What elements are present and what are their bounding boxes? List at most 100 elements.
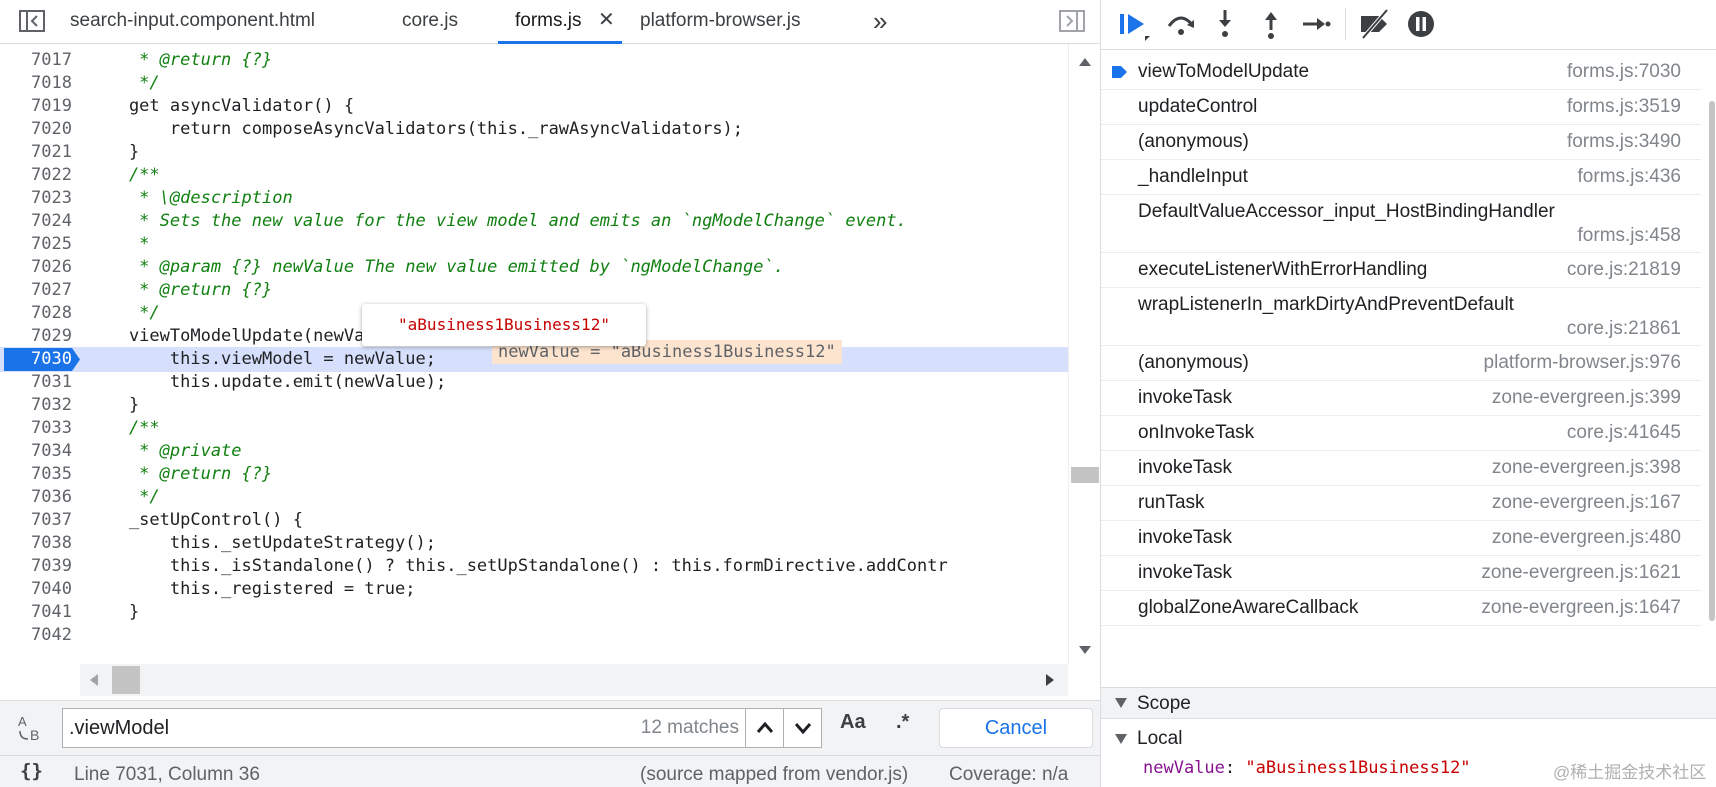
call-stack-scrollbar[interactable] — [1703, 55, 1716, 677]
cancel-button[interactable]: Cancel — [939, 708, 1093, 748]
code-line[interactable]: 7035 * @return {?} — [0, 462, 1068, 487]
pause-on-exceptions-icon[interactable] — [1403, 6, 1439, 42]
call-frame[interactable]: updateControl forms.js:3519 — [1101, 90, 1701, 125]
code-line[interactable]: 7021 } — [0, 140, 1068, 165]
line-number[interactable]: 7022 — [0, 163, 78, 188]
toggle-debugger-sidebar-icon[interactable] — [1058, 8, 1086, 34]
step-over-icon[interactable] — [1163, 6, 1199, 42]
regex-toggle[interactable]: .* — [896, 711, 909, 734]
line-number[interactable]: 7035 — [0, 462, 78, 487]
line-number[interactable]: 7034 — [0, 439, 78, 464]
frame-location[interactable]: zone-evergreen.js:167 — [1492, 492, 1681, 514]
frame-location[interactable]: forms.js:7030 — [1567, 61, 1681, 83]
line-number[interactable]: 7027 — [0, 278, 78, 303]
line-number[interactable]: 7037 — [0, 508, 78, 533]
frame-location[interactable]: zone-evergreen.js:1621 — [1481, 562, 1681, 584]
frame-location[interactable]: platform-browser.js:976 — [1484, 352, 1681, 374]
code-line[interactable]: 7034 * @private — [0, 439, 1068, 464]
line-number[interactable]: 7040 — [0, 577, 78, 602]
code-line[interactable]: 7038 this._setUpdateStrategy(); — [0, 531, 1068, 556]
frame-location[interactable]: forms.js:436 — [1578, 166, 1681, 188]
frame-location[interactable]: forms.js:3490 — [1567, 131, 1681, 153]
line-number[interactable]: 7020 — [0, 117, 78, 142]
code-line[interactable]: 7036 */ — [0, 485, 1068, 510]
next-match-button[interactable] — [783, 709, 821, 747]
frame-location[interactable]: core.js:41645 — [1567, 422, 1681, 444]
line-number[interactable]: 7029 — [0, 324, 78, 349]
line-number[interactable]: 7038 — [0, 531, 78, 556]
find-field[interactable]: 12 matches — [62, 708, 822, 748]
call-frame[interactable]: DefaultValueAccessor_input_HostBindingHa… — [1101, 195, 1701, 253]
line-number[interactable]: 7019 — [0, 94, 78, 119]
frame-location[interactable]: forms.js:458 — [1578, 225, 1681, 247]
previous-match-button[interactable] — [745, 709, 783, 747]
resume-icon[interactable] — [1117, 6, 1153, 42]
frame-location[interactable]: core.js:21861 — [1567, 318, 1681, 340]
line-number[interactable]: 7032 — [0, 393, 78, 418]
line-number[interactable]: 7023 — [0, 186, 78, 211]
call-frame[interactable]: viewToModelUpdate forms.js:7030 — [1101, 55, 1701, 90]
code-line[interactable]: 7040 this._registered = true; — [0, 577, 1068, 602]
code-line[interactable]: 7041 } — [0, 600, 1068, 625]
call-frame[interactable]: invokeTask zone-evergreen.js:399 — [1101, 381, 1701, 416]
code-line[interactable]: 7017 * @return {?} — [0, 48, 1068, 73]
match-case-toggle[interactable]: Aa — [840, 711, 866, 734]
code-line[interactable]: 7019 get asyncValidator() { — [0, 94, 1068, 119]
code-line[interactable]: 7020 return composeAsyncValidators(this.… — [0, 117, 1068, 142]
frame-location[interactable]: core.js:21819 — [1567, 259, 1681, 281]
deactivate-breakpoints-icon[interactable] — [1357, 6, 1393, 42]
frame-location[interactable]: forms.js:3519 — [1567, 96, 1681, 118]
local-scope-header[interactable]: Local — [1101, 724, 1716, 752]
frame-location[interactable]: zone-evergreen.js:399 — [1492, 387, 1681, 409]
step-into-icon[interactable] — [1207, 6, 1243, 42]
line-number[interactable]: 7018 — [0, 71, 78, 96]
line-number[interactable]: 7039 — [0, 554, 78, 579]
call-frame[interactable]: (anonymous) forms.js:3490 — [1101, 125, 1701, 160]
call-frame[interactable]: globalZoneAwareCallback zone-evergreen.js… — [1101, 591, 1701, 626]
line-number[interactable]: 7026 — [0, 255, 78, 280]
code-line[interactable]: 7023 * \@description — [0, 186, 1068, 211]
call-frame[interactable]: wrapListenerIn_markDirtyAndPreventDefaul… — [1101, 288, 1701, 346]
line-number[interactable]: 7025 — [0, 232, 78, 257]
code-line[interactable]: 7022 /** — [0, 163, 1068, 188]
find-input[interactable] — [69, 709, 629, 747]
step-icon[interactable] — [1297, 6, 1333, 42]
line-number[interactable]: 7031 — [0, 370, 78, 395]
close-tab-icon[interactable]: ✕ — [598, 0, 615, 40]
editor-vertical-scrollbar[interactable] — [1068, 44, 1100, 664]
line-number[interactable]: 7033 — [0, 416, 78, 441]
line-number[interactable]: 7042 — [0, 623, 78, 648]
tab-core-js[interactable]: core.js — [402, 0, 458, 44]
code-line[interactable]: 7032 } — [0, 393, 1068, 418]
tab-platform-browser-js[interactable]: platform-browser.js — [640, 0, 801, 44]
toggle-navigator-icon[interactable] — [18, 8, 46, 34]
replace-toggle-icon[interactable]: AB — [16, 713, 46, 748]
line-number[interactable]: 7036 — [0, 485, 78, 510]
code-line[interactable]: 7018 */ — [0, 71, 1068, 96]
code-line[interactable]: 7039 this._isStandalone() ? this._setUpS… — [0, 554, 1068, 579]
line-number[interactable]: 7017 — [0, 48, 78, 73]
call-frame[interactable]: _handleInput forms.js:436 — [1101, 160, 1701, 195]
line-number[interactable]: 7030 — [0, 347, 78, 372]
scope-section-header[interactable]: Scope — [1101, 687, 1716, 719]
frame-location[interactable]: zone-evergreen.js:1647 — [1481, 597, 1681, 619]
line-number[interactable]: 7024 — [0, 209, 78, 234]
more-tabs-icon[interactable]: » — [873, 0, 887, 44]
code-line[interactable]: 7026 * @param {?} newValue The new value… — [0, 255, 1068, 280]
editor-horizontal-scrollbar[interactable] — [80, 664, 1068, 696]
scope-variable[interactable]: newValue: "aBusiness1Business12" — [1143, 758, 1471, 778]
call-frame[interactable]: invokeTask zone-evergreen.js:480 — [1101, 521, 1701, 556]
line-number[interactable]: 7021 — [0, 140, 78, 165]
line-number[interactable]: 7041 — [0, 600, 78, 625]
call-frame[interactable]: onInvokeTask core.js:41645 — [1101, 416, 1701, 451]
call-frame[interactable]: invokeTask zone-evergreen.js:398 — [1101, 451, 1701, 486]
code-line[interactable]: 7025 * — [0, 232, 1068, 257]
code-line[interactable]: 7024 * Sets the new value for the view m… — [0, 209, 1068, 234]
step-out-icon[interactable] — [1253, 6, 1289, 42]
source-map-info[interactable]: (source mapped from vendor.js) — [640, 764, 908, 786]
frame-location[interactable]: zone-evergreen.js:480 — [1492, 527, 1681, 549]
code-line[interactable]: 7027 * @return {?} — [0, 278, 1068, 303]
code-line[interactable]: 7033 /** — [0, 416, 1068, 441]
tab-search-input-component[interactable]: search-input.component.html — [70, 0, 315, 44]
call-frame[interactable]: (anonymous) platform-browser.js:976 — [1101, 346, 1701, 381]
